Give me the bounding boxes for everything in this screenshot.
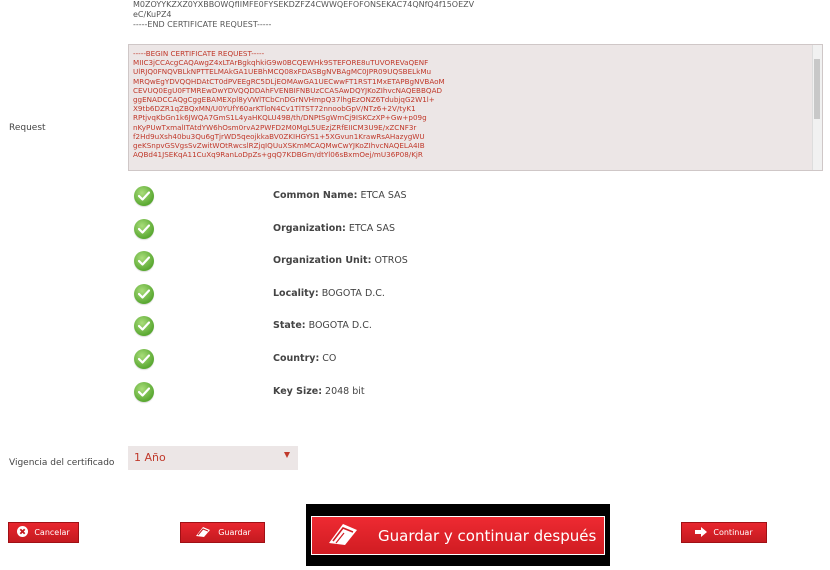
request-text: -----BEGIN CERTIFICATE REQUEST----- MIIC3… xyxy=(129,45,822,163)
request-line: X9tb6DZR1qZBQxMN/U0YUfY60arKTloN4Cv1TlTS… xyxy=(133,104,416,114)
check-icon xyxy=(134,381,154,402)
check-icon xyxy=(134,283,154,304)
request-line: AQBd41JSEKqA11CuXq9RanLoDpZs+gqQ7KDBGm/d… xyxy=(133,150,423,160)
csr-line: eC/KuPZ4 xyxy=(133,10,172,19)
cert-field-text: State: BOGOTA D.C. xyxy=(273,320,372,331)
vigencia-selected-value: 1 Año xyxy=(134,451,166,464)
csr-previous-text: M0ZOYYKZXZ0YXBBOWQfIIMFE0FYSEKDZFZ4CWWQE… xyxy=(133,0,823,30)
cert-field-value: 2048 bit xyxy=(325,385,365,397)
csr-line: M0ZOYYKZXZ0YXBBOWQfIIMFE0FYSEKDZFZ4CWWQE… xyxy=(133,0,475,9)
cert-field-label: Organization Unit: xyxy=(273,255,372,267)
request-line: ggENADCCAQgCggEBAMEXpl8yVWlTCbCnDGrNVHmp… xyxy=(133,95,435,105)
request-line: geKSnpvGSVgsSvZwitWOtRwcslRZjqIQUuXSKmMC… xyxy=(133,141,425,151)
csr-line: -----END CERTIFICATE REQUEST----- xyxy=(133,20,272,29)
cert-field-label: Key Size: xyxy=(273,385,323,397)
close-icon xyxy=(17,526,29,539)
cert-field-row: Key Size: 2048 bit xyxy=(134,381,734,404)
cert-field-value: BOGOTA D.C. xyxy=(321,287,385,299)
arrow-right-icon xyxy=(695,526,708,539)
save-icon xyxy=(326,521,360,551)
continue-button[interactable]: Continuar xyxy=(681,522,767,543)
request-line: f2Hd9uXsh40bu3Qu6gTjrWD5qeojkkaBV0ZKIHGY… xyxy=(133,131,425,141)
save-icon xyxy=(194,525,212,540)
check-icon xyxy=(134,316,154,337)
request-line: UlRJQ0FNQVBLkNPTTELMAkGA1UEBhMCQ08xFDASB… xyxy=(133,67,432,77)
request-scrollbar[interactable] xyxy=(812,45,822,170)
cert-field-label: Common Name: xyxy=(273,190,358,201)
cert-field-label: Organization: xyxy=(273,222,346,234)
save-continue-later-label: Guardar y continuar después xyxy=(378,526,597,545)
cert-field-row: Common Name: ETCA SAS xyxy=(134,186,734,208)
cert-field-label: Country: xyxy=(273,353,320,364)
cert-field-row: Country: CO xyxy=(134,349,734,371)
check-icon xyxy=(134,218,154,239)
cert-field-row: Locality: BOGOTA D.C. xyxy=(134,283,734,306)
cancel-label: Cancelar xyxy=(34,528,70,537)
cert-field-text: Country: CO xyxy=(273,353,336,364)
cert-field-value: BOGOTA D.C. xyxy=(308,320,372,332)
cert-field-label: State: xyxy=(273,320,306,332)
save-continue-later-button[interactable]: Guardar y continuar después xyxy=(311,516,605,555)
scrollbar-thumb[interactable] xyxy=(814,59,820,119)
cert-field-value: OTROS xyxy=(374,255,408,267)
request-line: nKyPUwTxmalITAtdYW6hOsm0rvA2PWFD2M0MgL5U… xyxy=(133,122,417,132)
request-line: CEVUQ0EgU0FTMREwDwYDVQQDDAhFVENBIFNBUzCC… xyxy=(133,85,443,95)
continue-label: Continuar xyxy=(713,528,753,537)
request-line: MIIC3jCCAcgCAQAwgZ4xLTArBgkqhkiG9w0BCQEW… xyxy=(133,58,429,68)
check-icon xyxy=(134,251,154,272)
request-label: Request xyxy=(9,123,46,133)
cert-field-row: Organization Unit: OTROS xyxy=(134,251,734,273)
cert-field-label: Locality: xyxy=(273,287,319,299)
cert-field-text: Locality: BOGOTA D.C. xyxy=(273,288,385,299)
cert-field-value: CO xyxy=(322,353,337,364)
save-button[interactable]: Guardar xyxy=(180,522,265,543)
cert-field-value: ETCA SAS xyxy=(360,190,407,201)
cert-field-text: Key Size: 2048 bit xyxy=(273,386,365,397)
vigencia-select[interactable]: 1 Año xyxy=(128,446,298,470)
vigencia-label: Vigencia del certificado xyxy=(9,458,115,468)
cert-field-text: Organization: ETCA SAS xyxy=(273,223,395,234)
cancel-button[interactable]: Cancelar xyxy=(8,522,79,543)
dropdown-arrow-icon xyxy=(284,452,290,458)
request-line: RPtjvqKbGn1k6JWQA7GmS1L4yaHKQLU49B/th/DN… xyxy=(133,113,427,123)
save-label: Guardar xyxy=(218,528,251,537)
request-line: -----BEGIN CERTIFICATE REQUEST----- xyxy=(133,49,265,58)
request-line: MRQwEgYDVQQHDAtCT0dPVEEgRC5DLjEOMAwGA1UE… xyxy=(133,76,445,86)
cert-field-value: ETCA SAS xyxy=(348,222,395,234)
cert-field-text: Organization Unit: OTROS xyxy=(273,255,408,266)
request-textarea[interactable]: -----BEGIN CERTIFICATE REQUEST----- MIIC3… xyxy=(128,44,823,171)
cert-field-row: State: BOGOTA D.C. xyxy=(134,316,734,338)
cert-field-row: Organization: ETCA SAS xyxy=(134,218,734,241)
cert-field-text: Common Name: ETCA SAS xyxy=(273,190,407,201)
save-continue-later-frame: Guardar y continuar después xyxy=(306,504,610,566)
check-icon xyxy=(134,186,154,206)
check-icon xyxy=(134,349,154,369)
